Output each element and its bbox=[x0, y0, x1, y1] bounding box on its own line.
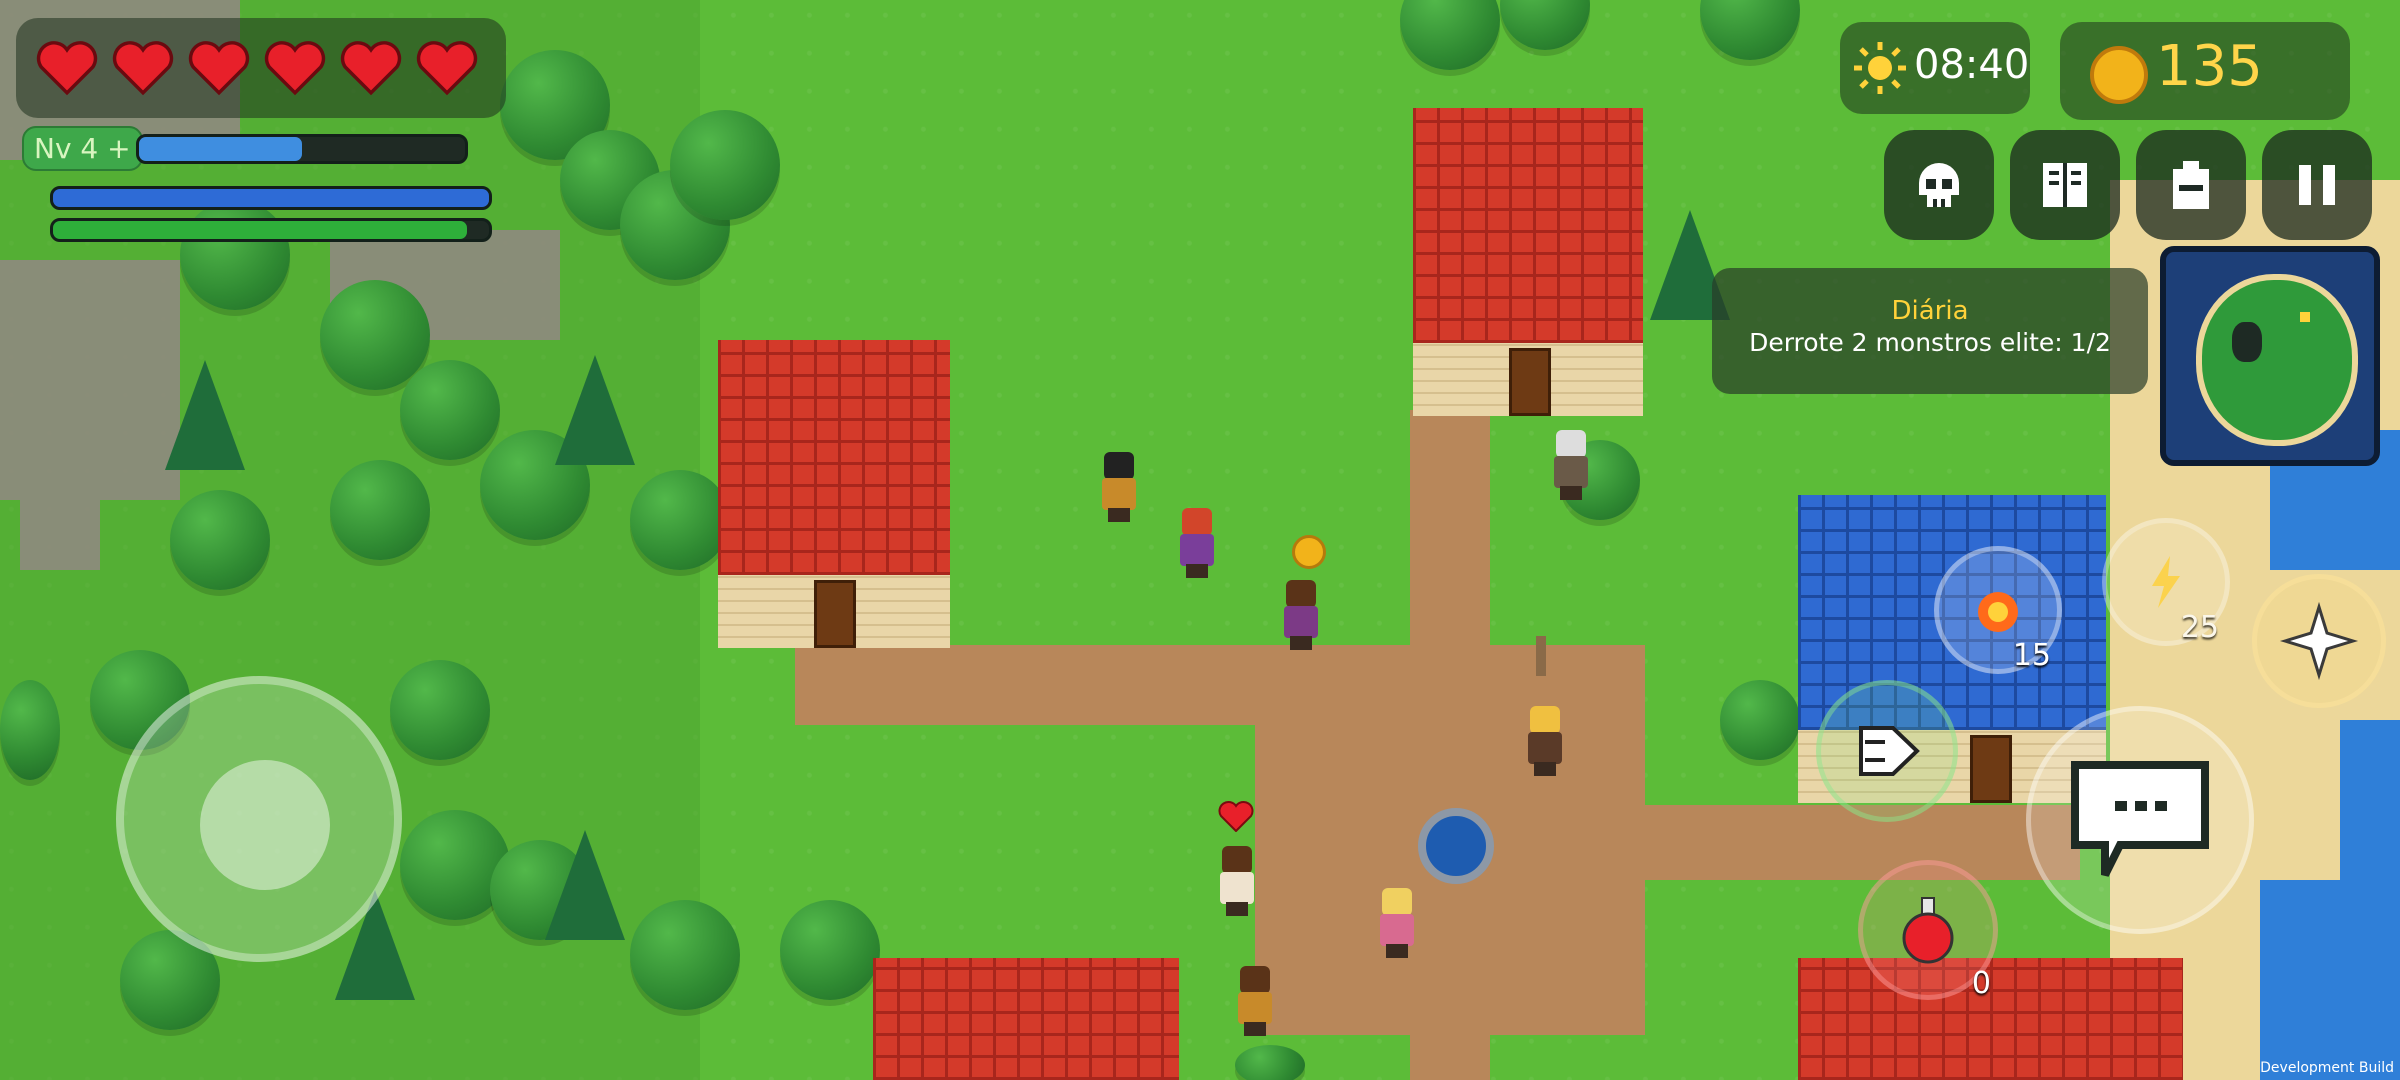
tree bbox=[670, 110, 780, 220]
fireball-icon bbox=[1978, 592, 2018, 632]
virtual-joystick[interactable] bbox=[116, 676, 402, 962]
inventory-button[interactable] bbox=[2136, 130, 2246, 240]
tree bbox=[400, 360, 500, 460]
backpack-icon bbox=[2173, 161, 2209, 209]
speech-bubble-icon bbox=[2071, 761, 2209, 877]
heart-icon bbox=[36, 41, 98, 96]
tree bbox=[390, 660, 490, 760]
daily-quest-panel[interactable]: Diária Derrote 2 monstros elite: 1/2 bbox=[1712, 268, 2148, 394]
tree bbox=[170, 490, 270, 590]
tree bbox=[780, 900, 880, 1000]
stamina-bar bbox=[50, 218, 492, 242]
sea-water bbox=[2260, 880, 2400, 1080]
house-red-left bbox=[718, 340, 950, 648]
bestiary-button[interactable] bbox=[1884, 130, 1994, 240]
villager[interactable] bbox=[1278, 580, 1324, 650]
quest-text: Derrote 2 monstros elite: 1/2 bbox=[1749, 328, 2111, 357]
villager[interactable] bbox=[1096, 452, 1142, 522]
game-time: 08:40 bbox=[1914, 42, 2030, 88]
journal-button[interactable] bbox=[2010, 130, 2120, 240]
pause-icon bbox=[2299, 165, 2335, 205]
tree bbox=[1235, 1045, 1305, 1080]
special-skill-button[interactable] bbox=[2252, 574, 2386, 708]
health-bar-fill bbox=[53, 189, 489, 207]
villager[interactable] bbox=[1374, 888, 1420, 958]
potion-button[interactable]: 0 bbox=[1858, 860, 1998, 1001]
stamina-bar-fill bbox=[53, 221, 468, 239]
fireball-count: 15 bbox=[2012, 638, 2051, 673]
pine-tree bbox=[555, 355, 635, 465]
tree bbox=[630, 900, 740, 1010]
potion-count: 0 bbox=[1971, 966, 1991, 1001]
house-red-bottom bbox=[873, 958, 1179, 1080]
journal-icon bbox=[2043, 163, 2087, 207]
xp-bar-fill bbox=[139, 137, 302, 161]
heart-icon bbox=[188, 41, 250, 96]
skull-icon bbox=[1919, 163, 1959, 207]
fireball-skill-button[interactable]: 15 bbox=[1934, 546, 2062, 674]
xp-bar bbox=[136, 134, 468, 164]
health-potion-icon bbox=[1902, 897, 1954, 964]
tree bbox=[1400, 0, 1500, 70]
house-red-top bbox=[1413, 108, 1643, 416]
pine-tree bbox=[165, 360, 245, 470]
tree bbox=[320, 280, 430, 390]
coin-count: 135 bbox=[2156, 34, 2263, 99]
coin-pickup[interactable] bbox=[1292, 535, 1326, 569]
tree bbox=[180, 200, 290, 310]
villager[interactable] bbox=[1214, 846, 1260, 916]
heart-icon bbox=[340, 41, 402, 96]
tree bbox=[1500, 0, 1590, 50]
lightning-skill-button[interactable]: 25 bbox=[2102, 518, 2230, 646]
villager[interactable] bbox=[1548, 430, 1594, 500]
dash-button[interactable] bbox=[1816, 680, 1958, 822]
talk-button[interactable] bbox=[2026, 706, 2254, 934]
coins-panel: 135 bbox=[2060, 22, 2350, 120]
villager[interactable] bbox=[1522, 706, 1568, 776]
lightning-icon bbox=[2152, 556, 2180, 608]
rocky-ground bbox=[0, 260, 180, 500]
minimap[interactable] bbox=[2160, 246, 2380, 466]
tree bbox=[330, 460, 430, 560]
player-character[interactable] bbox=[1174, 508, 1220, 578]
tree bbox=[0, 680, 60, 780]
tree bbox=[1720, 680, 1800, 760]
level-badge[interactable]: Nv 4 + bbox=[22, 126, 143, 171]
sparkle-icon bbox=[2279, 601, 2359, 681]
pine-tree bbox=[545, 830, 625, 940]
coin-icon bbox=[2090, 46, 2148, 104]
heart-icon bbox=[416, 41, 478, 96]
villager[interactable] bbox=[1232, 966, 1278, 1036]
minimap-mountain bbox=[2232, 322, 2262, 362]
joystick-knob[interactable] bbox=[200, 760, 330, 890]
development-build-label: Development Build bbox=[2260, 1060, 2394, 1076]
hoe-tool bbox=[1536, 636, 1546, 676]
health-bar bbox=[50, 186, 492, 210]
sun-icon bbox=[1854, 42, 1906, 94]
minimap-player-marker bbox=[2300, 312, 2310, 322]
hearts-panel bbox=[16, 18, 506, 118]
heart-icon bbox=[264, 41, 326, 96]
water-well[interactable] bbox=[1418, 808, 1494, 884]
tree bbox=[630, 470, 730, 570]
heart-icon bbox=[112, 41, 174, 96]
pause-button[interactable] bbox=[2262, 130, 2372, 240]
tree bbox=[1700, 0, 1800, 60]
clock-panel: 08:40 bbox=[1840, 22, 2030, 114]
heart-pickup-icon[interactable] bbox=[1218, 800, 1254, 832]
quest-title: Diária bbox=[1891, 296, 1969, 326]
dash-arrow-icon bbox=[1859, 726, 1920, 776]
rocky-ground bbox=[20, 500, 100, 570]
lightning-count: 25 bbox=[2180, 610, 2219, 645]
minimap-island bbox=[2196, 274, 2358, 446]
dirt-path bbox=[1410, 410, 1490, 1080]
